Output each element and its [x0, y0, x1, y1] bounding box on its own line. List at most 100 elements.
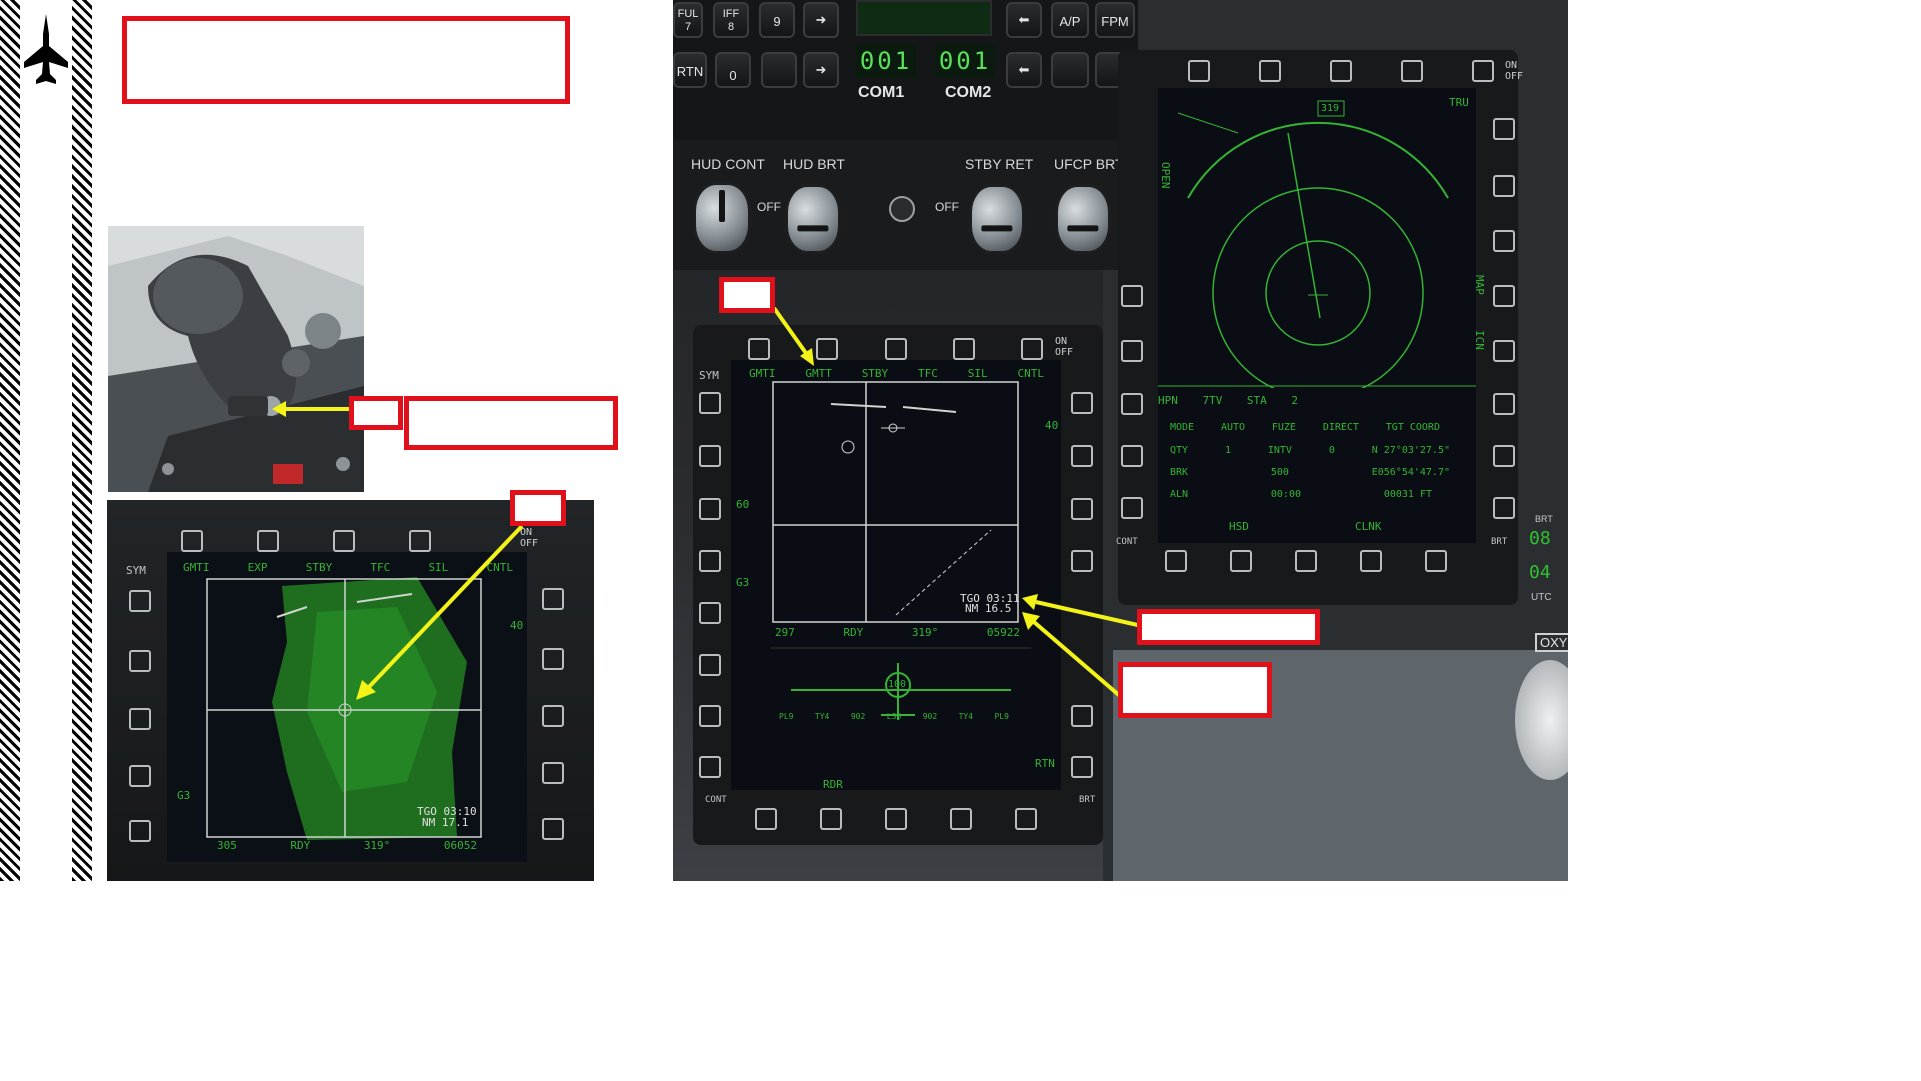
osb-button[interactable] [542, 818, 564, 840]
ap-button[interactable]: A/P [1051, 2, 1089, 38]
osb-button[interactable] [129, 650, 151, 672]
osb-button[interactable] [1021, 338, 1043, 360]
osb-button[interactable] [1295, 550, 1317, 572]
hud-cont-knob[interactable] [693, 182, 751, 254]
osb-button[interactable] [1121, 445, 1143, 467]
osb-button[interactable] [1188, 60, 1210, 82]
ful-button[interactable]: FUL 7 [673, 2, 703, 38]
osb-button[interactable] [1493, 393, 1515, 415]
osb-button[interactable] [1330, 60, 1352, 82]
left-arrow-button-2[interactable]: ⬅ [1006, 52, 1042, 88]
osb-button[interactable] [542, 588, 564, 610]
osb-button[interactable] [1401, 60, 1423, 82]
osb-button[interactable] [950, 808, 972, 830]
osb-button[interactable] [257, 530, 279, 552]
osb-button[interactable] [755, 808, 777, 830]
zero-button[interactable]: 0 [715, 52, 751, 88]
osb-button[interactable] [699, 392, 721, 414]
osb-button[interactable] [1071, 498, 1093, 520]
stby-ret-label: STBY RET [965, 156, 1034, 172]
com1-label: COM1 [858, 84, 905, 101]
osb-button[interactable] [129, 765, 151, 787]
osb-button[interactable] [1071, 392, 1093, 414]
osb-button[interactable] [885, 808, 907, 830]
osb-button[interactable] [542, 648, 564, 670]
hud-brt-knob[interactable] [785, 184, 841, 254]
osb-button[interactable] [1121, 393, 1143, 415]
toggle-switch[interactable] [889, 196, 915, 222]
ddi-right-onoff[interactable]: ON OFF [1505, 60, 1523, 82]
ddi-right-hsd: HSD [1229, 520, 1249, 533]
side-clock-2: 04 [1529, 562, 1551, 583]
hud-brt-label: HUD BRT [783, 156, 845, 172]
osb-button[interactable] [699, 705, 721, 727]
blank-button[interactable] [761, 52, 797, 88]
ddi-right-cont: CONT [1116, 537, 1138, 547]
osb-button[interactable] [699, 756, 721, 778]
side-brt: BRT [1535, 514, 1553, 524]
left-arrow-button[interactable]: ⬅ [1006, 2, 1042, 38]
osb-button[interactable] [1425, 550, 1447, 572]
osb-button[interactable] [1493, 445, 1515, 467]
osb-button[interactable] [129, 820, 151, 842]
ddi-small-sym-label: SYM [126, 564, 146, 577]
rtn-button[interactable]: RTN [673, 52, 707, 88]
osb-button[interactable] [1071, 550, 1093, 572]
osb-button[interactable] [699, 498, 721, 520]
right-arrow-button-2[interactable]: ➜ [803, 52, 839, 88]
osb-button[interactable] [542, 705, 564, 727]
osb-button[interactable] [1493, 118, 1515, 140]
osb-button[interactable] [699, 550, 721, 572]
off-label-2: OFF [935, 200, 959, 214]
osb-button[interactable] [1165, 550, 1187, 572]
osb-button[interactable] [1015, 808, 1037, 830]
osb-button[interactable] [885, 338, 907, 360]
nine-button[interactable]: 9 [759, 2, 795, 38]
ddi-center-onoff[interactable]: ON OFF [1055, 336, 1073, 358]
ddi-small-callout [510, 490, 566, 526]
osb-button[interactable] [1230, 550, 1252, 572]
fpm-button[interactable]: FPM [1095, 2, 1135, 38]
osb-button[interactable] [953, 338, 975, 360]
osb-button[interactable] [1121, 497, 1143, 519]
osb-button[interactable] [1493, 230, 1515, 252]
ddi-center-bottom-labels: 297 RDY 319° 05922 [775, 626, 1020, 639]
ufcp-brt-knob[interactable] [1055, 184, 1111, 254]
osb-button[interactable] [748, 338, 770, 360]
ddi-right-info-row2: MODE AUTO FUZE DIRECT TGT COORD [1170, 422, 1440, 433]
cockpit-low-callout [1118, 662, 1272, 718]
osb-button[interactable] [699, 445, 721, 467]
throttle-arrow [272, 401, 352, 417]
osb-button[interactable] [1071, 756, 1093, 778]
stby-ret-knob[interactable] [969, 184, 1025, 254]
ddi-right-clnk: CLNK [1355, 520, 1382, 533]
osb-button[interactable] [1493, 175, 1515, 197]
osb-button[interactable] [181, 530, 203, 552]
osb-button[interactable] [1071, 445, 1093, 467]
osb-button[interactable] [1259, 60, 1281, 82]
ddi-right-info-row4: BRK 500 E056°54'47.7" [1170, 467, 1450, 478]
iff-button[interactable]: IFF 8 [713, 2, 749, 38]
com2-display: 001 [935, 44, 995, 78]
osb-button[interactable] [1472, 60, 1494, 82]
ddi-right-info-row1: HPN 7TV STA 2 [1158, 394, 1298, 407]
osb-button[interactable] [129, 708, 151, 730]
osb-button[interactable] [699, 602, 721, 624]
osb-button[interactable] [1360, 550, 1382, 572]
osb-button[interactable] [1121, 285, 1143, 307]
side-oxy: OXY [1535, 633, 1568, 652]
osb-button[interactable] [1071, 705, 1093, 727]
osb-button[interactable] [699, 654, 721, 676]
osb-button[interactable] [542, 762, 564, 784]
ddi-right-tru: TRU [1449, 96, 1469, 109]
osb-button[interactable] [1121, 340, 1143, 362]
osb-button[interactable] [1493, 285, 1515, 307]
right-arrow-button[interactable]: ➜ [803, 2, 839, 38]
osb-button[interactable] [820, 808, 842, 830]
ddi-small-arrow [356, 524, 524, 700]
blank-button-2[interactable] [1051, 52, 1089, 88]
scratchpad-display [856, 0, 992, 36]
osb-button[interactable] [1493, 497, 1515, 519]
osb-button[interactable] [1493, 340, 1515, 362]
osb-button[interactable] [129, 590, 151, 612]
